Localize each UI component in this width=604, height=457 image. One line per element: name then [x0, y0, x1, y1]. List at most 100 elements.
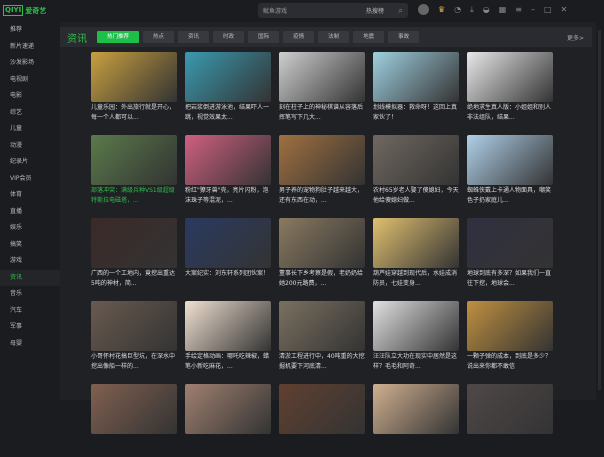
tab[interactable]: 热点: [143, 31, 175, 43]
video-thumbnail[interactable]: [467, 301, 553, 351]
sidebar-item[interactable]: 综艺: [0, 105, 60, 122]
video-title[interactable]: 部落冲突：满级兵种VS1级超级特斯拉电磁塔，...: [91, 186, 177, 208]
hot-search-link[interactable]: 热搜榜: [366, 6, 384, 15]
sidebar-item[interactable]: 军事: [0, 319, 60, 336]
video-card[interactable]: [279, 384, 365, 457]
video-card[interactable]: 手绘定格动画：哪吒吃辣椒，蜡笔小新吃麻花，...: [185, 301, 271, 374]
video-title[interactable]: 广西的一个工地内，竟挖出重达5吨的神材，简...: [91, 269, 177, 291]
video-card[interactable]: 地球到底有多深？如果我们一直往下挖，地球会...: [467, 218, 553, 291]
video-card[interactable]: [467, 384, 553, 457]
video-thumbnail[interactable]: [91, 52, 177, 102]
video-card[interactable]: 清淤工程进行中，40吨重的大挖掘机要下河底清...: [279, 301, 365, 374]
maximize-icon[interactable]: □: [544, 5, 552, 14]
tab[interactable]: 疫情: [283, 31, 315, 43]
video-title[interactable]: 大案纪实：刘东轩系列团伙案！: [185, 269, 271, 291]
video-card[interactable]: [185, 384, 271, 457]
video-card[interactable]: 刻在柱子上的神秘棋谱从容落后挥笔写下几大...: [279, 52, 365, 125]
sidebar-item[interactable]: 体育: [0, 187, 60, 204]
video-card[interactable]: 大案纪实：刘东轩系列团伙案！: [185, 218, 271, 291]
video-title[interactable]: [91, 435, 177, 457]
sidebar-item[interactable]: 母婴: [0, 336, 60, 353]
video-card[interactable]: 蜘蛛侠戴上卡通人物面具，嘲笑色子扔家庭儿...: [467, 135, 553, 208]
more-link[interactable]: 更多>: [567, 33, 584, 42]
tab[interactable]: 时政: [213, 31, 245, 43]
video-card[interactable]: 男子养的宠物狗肚子越来越大，还有东西在动，...: [279, 135, 365, 208]
video-title[interactable]: 汪汪队立大功在现实中居然是这样？毛毛和阿奇...: [373, 352, 459, 374]
video-thumbnail[interactable]: [373, 218, 459, 268]
video-thumbnail[interactable]: [279, 52, 365, 102]
sidebar-item[interactable]: 音乐: [0, 286, 60, 303]
sidebar-item[interactable]: 推荐: [0, 22, 60, 39]
video-thumbnail[interactable]: [373, 384, 459, 434]
tab[interactable]: 法制: [318, 31, 350, 43]
download-icon[interactable]: ⤓: [470, 5, 474, 15]
video-thumbnail[interactable]: [185, 384, 271, 434]
history-icon[interactable]: ◔: [454, 5, 461, 14]
sidebar-item[interactable]: 纪录片: [0, 154, 60, 171]
video-card[interactable]: 小哥怀村花搞巨型坑，在深水中挖出像船一样的...: [91, 301, 177, 374]
game-icon[interactable]: ◒: [483, 5, 490, 14]
sidebar-item[interactable]: 搞笑: [0, 237, 60, 254]
tab[interactable]: 国际: [248, 31, 280, 43]
video-thumbnail[interactable]: [185, 52, 271, 102]
video-card[interactable]: [91, 384, 177, 457]
video-card[interactable]: [373, 384, 459, 457]
video-thumbnail[interactable]: [91, 135, 177, 185]
video-thumbnail[interactable]: [91, 384, 177, 434]
search-icon[interactable]: ⌕: [399, 6, 403, 16]
video-title[interactable]: 董事长下乡考察是假，老奶奶给她200元路费，...: [279, 269, 365, 291]
video-thumbnail[interactable]: [279, 384, 365, 434]
sidebar-item[interactable]: 沙发影场: [0, 55, 60, 72]
video-thumbnail[interactable]: [467, 384, 553, 434]
video-title[interactable]: 农村65岁老人娶了傻媳妇，今天他给傻媳妇做...: [373, 186, 459, 208]
video-card[interactable]: 广西的一个工地内，竟挖出重达5吨的神材，简...: [91, 218, 177, 291]
sidebar-item[interactable]: 动漫: [0, 138, 60, 155]
video-title[interactable]: 葫芦娃穿越到现代后，水娃成消防员，七娃变身...: [373, 269, 459, 291]
video-thumbnail[interactable]: [91, 301, 177, 351]
tab[interactable]: 地震: [353, 31, 385, 43]
video-title[interactable]: 儿童乐园：外出旅行就是开心，每一个人都可以...: [91, 103, 177, 125]
video-card[interactable]: 儿童乐园：外出旅行就是开心，每一个人都可以...: [91, 52, 177, 125]
video-thumbnail[interactable]: [185, 218, 271, 268]
video-card[interactable]: 农村65岁老人娶了傻媳妇，今天他给傻媳妇做...: [373, 135, 459, 208]
video-thumbnail[interactable]: [279, 135, 365, 185]
video-card[interactable]: 绝地求生真人版：小姐姐和别人非法组队，结果...: [467, 52, 553, 125]
tab[interactable]: 热门推荐: [97, 31, 140, 43]
video-title[interactable]: 清淤工程进行中，40吨重的大挖掘机要下河底清...: [279, 352, 365, 374]
video-thumbnail[interactable]: [185, 301, 271, 351]
video-title[interactable]: 地球到底有多深？如果我们一直往下挖，地球会...: [467, 269, 553, 291]
video-title[interactable]: [279, 435, 365, 457]
sidebar-item[interactable]: VIP会员: [0, 171, 60, 188]
video-thumbnail[interactable]: [373, 52, 459, 102]
video-title[interactable]: 蜘蛛侠戴上卡通人物面具，嘲笑色子扔家庭儿...: [467, 186, 553, 208]
video-thumbnail[interactable]: [467, 218, 553, 268]
video-title[interactable]: 手绘定格动画：哪吒吃辣椒，蜡笔小新吃麻花，...: [185, 352, 271, 374]
video-title[interactable]: 一颗子弹的成本，到底是多少？说出来你都不敢信: [467, 352, 553, 374]
close-icon[interactable]: ✕: [561, 5, 568, 14]
video-title[interactable]: 男子养的宠物狗肚子越来越大，还有东西在动，...: [279, 186, 365, 208]
video-title[interactable]: 把岩浆倒进游泳池，结果吓人一跳，视觉效果太...: [185, 103, 271, 125]
video-thumbnail[interactable]: [91, 218, 177, 268]
video-title[interactable]: [185, 435, 271, 457]
video-title[interactable]: 小哥怀村花搞巨型坑，在深水中挖出像船一样的...: [91, 352, 177, 374]
video-card[interactable]: 部落冲突：满级兵种VS1级超级特斯拉电磁塔，...: [91, 135, 177, 208]
sidebar-item[interactable]: 游戏: [0, 253, 60, 270]
video-title[interactable]: 刻在柱子上的神秘棋谱从容落后挥笔写下几大...: [279, 103, 365, 125]
avatar[interactable]: [418, 4, 429, 15]
video-card[interactable]: 划线模拟器：救命呀！这回上真家伙了！: [373, 52, 459, 125]
scrollbar[interactable]: [598, 30, 601, 390]
sidebar-item[interactable]: 儿童: [0, 121, 60, 138]
video-title[interactable]: 粉红"獠牙兽"壳，亮片闪粉，泡沫珠子等混泥，...: [185, 186, 271, 208]
video-title[interactable]: [373, 435, 459, 457]
sidebar-item[interactable]: 新片速递: [0, 39, 60, 56]
video-thumbnail[interactable]: [279, 301, 365, 351]
sidebar-item[interactable]: 电视剧: [0, 72, 60, 89]
tab[interactable]: 事故: [388, 31, 420, 43]
sidebar-item[interactable]: 资讯: [0, 269, 60, 286]
sidebar-item[interactable]: 娱乐: [0, 220, 60, 237]
video-card[interactable]: 粉红"獠牙兽"壳，亮片闪粉，泡沫珠子等混泥，...: [185, 135, 271, 208]
menu-icon[interactable]: ≡: [515, 5, 522, 14]
video-card[interactable]: 把岩浆倒进游泳池，结果吓人一跳，视觉效果太...: [185, 52, 271, 125]
video-thumbnail[interactable]: [467, 135, 553, 185]
video-thumbnail[interactable]: [373, 301, 459, 351]
